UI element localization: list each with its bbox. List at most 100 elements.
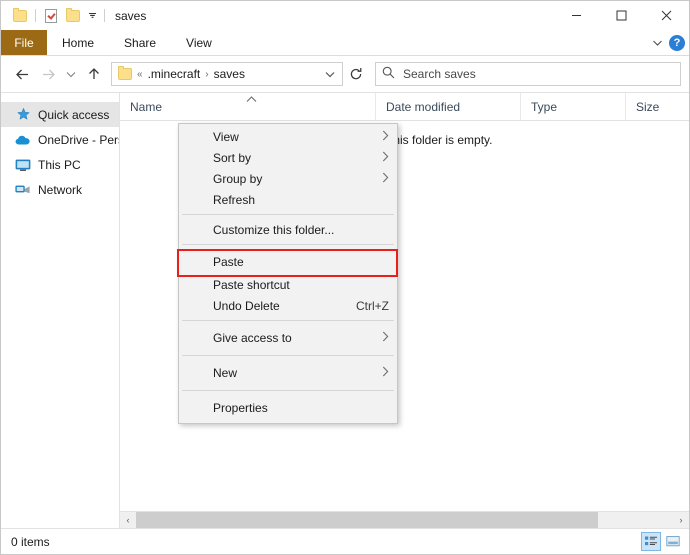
scroll-right-arrow-icon[interactable]: › [673, 512, 689, 528]
sidebar-label-this-pc: This PC [38, 157, 81, 172]
breadcrumb-minecraft[interactable]: .minecraft [144, 67, 205, 81]
navigation-pane: Quick access OneDrive - Pers This PC Net… [1, 93, 120, 528]
window-title: saves [115, 8, 147, 23]
up-button[interactable] [81, 61, 107, 87]
submenu-arrow-icon [382, 151, 389, 165]
item-count-label: 0 items [11, 534, 50, 549]
column-label-name: Name [130, 99, 163, 114]
close-button[interactable] [644, 1, 689, 30]
sidebar-label-network: Network [38, 182, 83, 197]
address-dropdown-caret-icon[interactable] [320, 71, 340, 78]
ribbon-tab-bar: File Home Share View ? [1, 30, 689, 56]
checklist-icon[interactable] [40, 5, 62, 27]
file-explorer-window: saves File Home Share View ? « .minecraf… [0, 0, 690, 555]
horizontal-scrollbar[interactable]: ‹ › [120, 511, 689, 528]
menu-label-refresh: Refresh [213, 192, 256, 207]
column-header-date-modified[interactable]: Date modified [375, 93, 520, 120]
menu-separator [182, 320, 394, 321]
menu-accelerator-undo-delete: Ctrl+Z [356, 298, 389, 313]
recent-locations-caret-icon[interactable] [61, 61, 81, 87]
status-bar: 0 items [1, 528, 689, 554]
folder-properties-icon[interactable] [9, 5, 31, 27]
menu-item-new[interactable]: New [179, 360, 397, 386]
sort-ascending-icon [246, 96, 257, 106]
menu-item-group-by[interactable]: Group by [179, 168, 397, 189]
submenu-arrow-icon [382, 366, 389, 380]
menu-label-group-by: Group by [213, 171, 263, 186]
menu-item-refresh[interactable]: Refresh [179, 189, 397, 210]
menu-label-paste-shortcut: Paste shortcut [213, 277, 290, 292]
menu-item-undo-delete[interactable]: Undo Delete Ctrl+Z [179, 295, 397, 316]
breadcrumb-overflow-icon[interactable]: « [136, 69, 144, 80]
help-icon[interactable]: ? [669, 34, 685, 51]
address-folder-icon [118, 66, 132, 80]
menu-item-give-access-to[interactable]: Give access to [179, 325, 397, 351]
menu-item-view[interactable]: View [179, 126, 397, 147]
details-view-button[interactable] [641, 532, 661, 551]
breadcrumb-saves[interactable]: saves [210, 67, 249, 81]
refresh-button[interactable] [343, 62, 369, 86]
view-toggle-group [641, 532, 683, 551]
search-placeholder: Search saves [403, 67, 476, 81]
pin-star-icon [15, 107, 31, 123]
ribbon-collapse-caret-icon[interactable] [652, 36, 663, 50]
menu-item-paste-shortcut[interactable]: Paste shortcut [179, 274, 397, 295]
menu-label-properties: Properties [213, 401, 268, 415]
scroll-left-arrow-icon[interactable]: ‹ [120, 512, 136, 528]
submenu-arrow-icon [382, 172, 389, 186]
back-button[interactable] [9, 61, 35, 87]
menu-label-new: New [213, 366, 238, 380]
menu-label-customize-this-folder: Customize this folder... [213, 222, 335, 237]
forward-button[interactable] [35, 61, 61, 87]
search-box[interactable]: Search saves [375, 62, 681, 86]
minimize-button[interactable] [554, 1, 599, 30]
tab-file[interactable]: File [1, 30, 47, 55]
tab-share[interactable]: Share [109, 30, 171, 55]
menu-separator [182, 390, 394, 391]
large-icons-view-button[interactable] [663, 532, 683, 551]
menu-label-give-access-to: Give access to [213, 331, 292, 345]
address-bar[interactable]: « .minecraft › saves [111, 62, 343, 86]
menu-separator [182, 214, 394, 215]
scrollbar-track[interactable] [136, 512, 673, 528]
column-label-type: Type [531, 99, 558, 114]
column-label-date-modified: Date modified [386, 99, 461, 114]
column-header-name[interactable]: Name [120, 93, 375, 120]
menu-separator [182, 355, 394, 356]
submenu-arrow-icon [382, 331, 389, 345]
sidebar-item-onedrive[interactable]: OneDrive - Pers [1, 127, 119, 152]
sidebar-item-this-pc[interactable]: This PC [1, 152, 119, 177]
scrollbar-thumb[interactable] [136, 512, 598, 528]
new-folder-icon[interactable] [62, 5, 84, 27]
sidebar-item-network[interactable]: Network [1, 177, 119, 202]
sidebar-label-onedrive: OneDrive - Pers [38, 132, 119, 147]
sidebar-item-quick-access[interactable]: Quick access [1, 102, 119, 127]
menu-label-view: View [213, 129, 239, 144]
menu-label-undo-delete: Undo Delete [213, 298, 280, 313]
menu-label-paste: Paste [213, 254, 244, 269]
menu-label-sort-by: Sort by [213, 150, 252, 165]
column-header-type[interactable]: Type [520, 93, 625, 120]
network-icon [15, 182, 31, 198]
menu-item-customize-this-folder[interactable]: Customize this folder... [179, 219, 397, 240]
search-icon [382, 66, 395, 82]
column-label-size: Size [636, 99, 660, 114]
customize-qat-caret-icon[interactable] [84, 5, 100, 27]
column-header-size[interactable]: Size [625, 93, 689, 120]
quick-access-toolbar: saves [1, 5, 146, 27]
qat-divider [35, 9, 36, 22]
menu-item-properties[interactable]: Properties [179, 395, 397, 421]
window-controls [554, 1, 689, 30]
tab-view[interactable]: View [171, 30, 227, 55]
column-header-row: Name Date modified Type Size [120, 93, 689, 121]
menu-item-sort-by[interactable]: Sort by [179, 147, 397, 168]
monitor-icon [15, 157, 31, 173]
address-bar-row: « .minecraft › saves Search saves [1, 56, 689, 92]
title-bar: saves [1, 1, 689, 30]
tab-home[interactable]: Home [47, 30, 109, 55]
menu-separator [182, 244, 394, 245]
context-menu: View Sort by Group by Refresh Customize … [177, 123, 398, 424]
maximize-button[interactable] [599, 1, 644, 30]
sidebar-label-quick-access: Quick access [38, 107, 110, 122]
menu-item-paste[interactable]: Paste [179, 249, 397, 274]
